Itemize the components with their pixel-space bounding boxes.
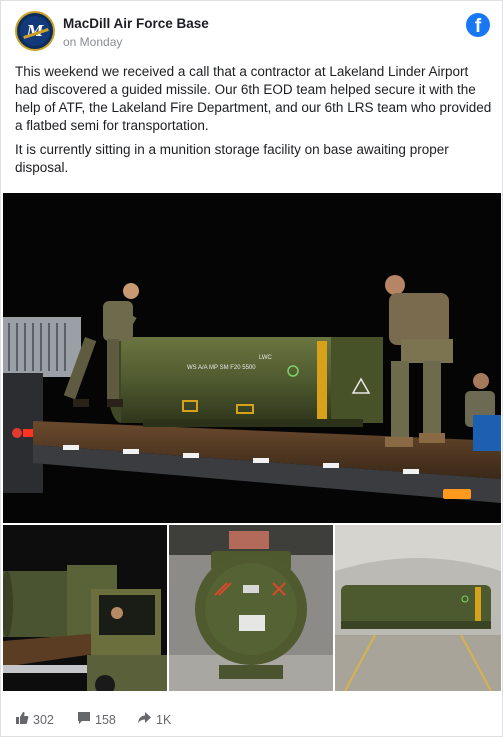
shares-stat[interactable]: 1K <box>137 711 171 729</box>
comments-count: 158 <box>95 713 116 727</box>
facebook-post: M MacDill Air Force Base on Monday f Thi… <box>0 0 503 737</box>
thumbs-up-icon <box>15 711 29 730</box>
shares-count: 1K <box>156 713 172 727</box>
post-text: This weekend we received a call that a c… <box>15 63 493 183</box>
facebook-logo-icon[interactable]: f <box>466 13 490 37</box>
thumbnail-missile-end-view[interactable] <box>169 525 333 691</box>
missile-marking-text-2: LWC <box>259 355 273 361</box>
main-photo-missile-on-trailer[interactable]: WS A/A MP SM F20 5500 LWC <box>3 193 501 523</box>
likes-count: 302 <box>33 713 54 727</box>
thumbnail-3-illustration <box>335 525 501 691</box>
thumbnail-2-illustration <box>169 525 333 691</box>
post-footer: 302 158 1K <box>15 707 490 731</box>
missile-marking-text: WS A/A MP SM F20 5500 <box>187 365 256 371</box>
post-paragraph-1: This weekend we received a call that a c… <box>15 64 492 133</box>
comments-stat[interactable]: 158 <box>77 711 116 729</box>
main-photo-illustration: WS A/A MP SM F20 5500 LWC <box>3 193 501 523</box>
post-paragraph-2: It is currently sitting in a munition st… <box>15 142 449 175</box>
post-header: M MacDill Air Force Base on Monday f <box>15 11 490 53</box>
likes-stat[interactable]: 302 <box>15 711 54 729</box>
thumbnail-missile-in-storage[interactable] <box>335 525 501 691</box>
page-avatar[interactable]: M <box>15 11 55 51</box>
thumbnail-forklift-loading[interactable] <box>3 525 167 691</box>
page-name-link[interactable]: MacDill Air Force Base <box>63 16 209 31</box>
share-icon <box>137 711 152 730</box>
comment-icon <box>77 711 91 730</box>
post-timestamp[interactable]: on Monday <box>63 35 122 49</box>
thumbnail-1-illustration <box>3 525 167 691</box>
